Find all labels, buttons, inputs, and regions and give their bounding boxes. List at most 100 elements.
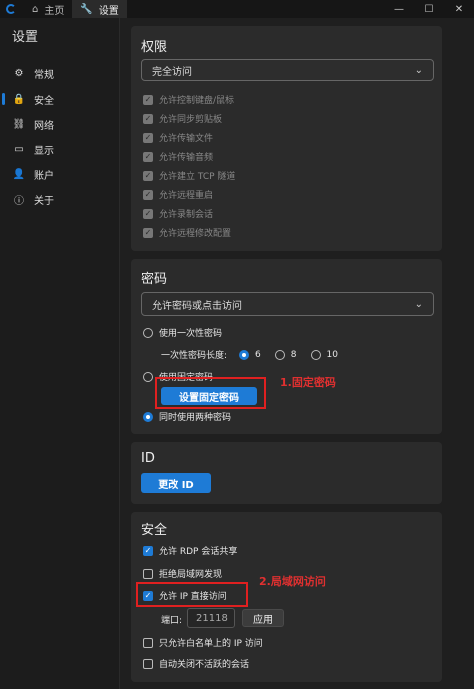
radio-icon (143, 411, 153, 422)
check-label: 允许同步剪贴板 (159, 115, 223, 125)
checkbox-checked-icon: ✓ (143, 132, 153, 143)
checkbox-unchecked-icon (143, 637, 153, 648)
gear-icon: ⚙ (14, 67, 24, 79)
check-rdp-share[interactable]: ✓ 允许 RDP 会话共享 (143, 544, 237, 557)
check-label: 允许传输音频 (159, 153, 214, 163)
check-label: 自动关闭不活跃的会话 (159, 660, 250, 670)
check-deny-lan[interactable]: 拒绝局域网发现 (143, 567, 222, 580)
onetime-length-row: 一次性密码长度: 6 8 10 (161, 348, 338, 361)
maximize-icon[interactable]: ☐ (414, 4, 444, 15)
chevron-down-icon: ⌄ (414, 64, 423, 76)
checkbox-checked-icon: ✓ (143, 545, 153, 556)
sidebar-item-about[interactable]: ⓘ 关于 (0, 188, 120, 210)
sidebar-item-account[interactable]: 👤 账户 (0, 163, 120, 185)
length-8-label: 8 (290, 349, 297, 360)
password-title: 密码 (141, 272, 168, 287)
sidebar-item-label: 显示 (34, 145, 54, 157)
tab-home-label: 主页 (44, 5, 65, 17)
check-record-session[interactable]: ✓ 允许录制会话 (143, 207, 213, 220)
wrench-icon: 🔧 (80, 3, 93, 15)
permission-select-value: 完全访问 (152, 66, 192, 78)
length-6-label: 6 (255, 349, 261, 360)
permissions-card: 权限 完全访问 ⌄ ✓ 允许控制键盘/鼠标 ✓ 允许同步剪贴板 ✓ 允许传输文件 ✓ 允… (131, 26, 442, 251)
port-label: 端口: (161, 616, 183, 626)
permission-select[interactable]: 完全访问 ⌄ (141, 59, 434, 81)
checkbox-checked-icon: ✓ (143, 227, 153, 238)
radio-length-8[interactable] (274, 349, 285, 360)
annotation-box-fixed-password (155, 377, 266, 409)
radio-length-6[interactable] (239, 349, 250, 360)
title-bar: ⌂ 主页 🔧 设置 — ☐ ✕ (0, 0, 474, 18)
checkbox-checked-icon: ✓ (143, 170, 153, 181)
tab-settings[interactable]: 🔧 设置 (72, 0, 127, 18)
radio-label: 同时使用两种密码 (159, 413, 232, 423)
check-label: 允许控制键盘/鼠标 (159, 96, 235, 106)
info-icon: ⓘ (14, 195, 24, 207)
sidebar-item-label: 账户 (34, 170, 54, 182)
permissions-title: 权限 (141, 40, 168, 55)
id-title: ID (141, 451, 155, 466)
check-auto-close[interactable]: 自动关闭不活跃的会话 (143, 657, 249, 670)
checkbox-checked-icon: ✓ (143, 94, 153, 105)
radio-icon (143, 327, 153, 338)
check-audio[interactable]: ✓ 允许传输音频 (143, 150, 213, 163)
sidebar-title: 设置 (12, 30, 39, 45)
check-whitelist[interactable]: 只允许白名单上的 IP 访问 (143, 636, 263, 649)
tab-settings-label: 设置 (98, 5, 119, 17)
sidebar-item-label: 常规 (34, 69, 54, 81)
annotation-fixed-password: 1.固定密码 (280, 376, 336, 389)
change-id-button[interactable]: 更改 ID (141, 473, 211, 493)
sidebar-item-label: 关于 (34, 195, 54, 207)
radio-both-passwords[interactable]: 同时使用两种密码 (143, 410, 231, 423)
check-label: 允许远程重启 (159, 191, 214, 201)
user-icon: 👤 (12, 168, 26, 180)
radio-label: 使用一次性密码 (159, 329, 223, 339)
check-clipboard[interactable]: ✓ 允许同步剪贴板 (143, 112, 222, 125)
checkbox-unchecked-icon (143, 658, 153, 669)
check-remote-config[interactable]: ✓ 允许远程修改配置 (143, 226, 231, 239)
radio-length-10[interactable] (310, 349, 321, 360)
length-10-label: 10 (326, 349, 338, 360)
apply-button[interactable]: 应用 (242, 609, 284, 627)
check-tcp-tunnel[interactable]: ✓ 允许建立 TCP 隧道 (143, 169, 235, 182)
checkbox-checked-icon: ✓ (143, 189, 153, 200)
check-remote-restart[interactable]: ✓ 允许远程重启 (143, 188, 213, 201)
checkbox-checked-icon: ✓ (143, 151, 153, 162)
lock-icon: 🔒 (12, 93, 26, 105)
radio-icon (143, 371, 153, 382)
check-keyboard-mouse[interactable]: ✓ 允许控制键盘/鼠标 (143, 93, 234, 106)
sidebar-item-display[interactable]: ▭ 显示 (0, 138, 120, 160)
check-label: 允许建立 TCP 隧道 (159, 172, 236, 182)
link-icon: ⛓ (12, 118, 26, 130)
length-label: 一次性密码长度: (161, 351, 228, 361)
sidebar-item-general[interactable]: ⚙ 常规 (0, 62, 120, 84)
sidebar-item-label: 网络 (34, 120, 54, 132)
check-label: 允许远程修改配置 (159, 229, 232, 239)
app-logo-icon (6, 4, 16, 14)
checkbox-unchecked-icon (143, 568, 153, 579)
security-title: 安全 (141, 523, 168, 538)
sidebar: 设置 ⚙ 常规 🔒 安全 ⛓ 网络 ▭ 显示 👤 账户 ⓘ 关于 (0, 18, 120, 689)
sidebar-item-network[interactable]: ⛓ 网络 (0, 113, 120, 135)
check-label: 拒绝局域网发现 (159, 570, 223, 580)
sidebar-item-label: 安全 (34, 95, 54, 107)
close-icon[interactable]: ✕ (444, 4, 474, 15)
window-controls: — ☐ ✕ (384, 4, 474, 15)
annotation-box-lan-access (136, 582, 248, 607)
password-mode-select[interactable]: 允许密码或点击访问 ⌄ (141, 292, 434, 316)
check-label: 只允许白名单上的 IP 访问 (159, 639, 263, 649)
checkbox-checked-icon: ✓ (143, 208, 153, 219)
annotation-lan-access: 2.局域网访问 (259, 575, 326, 588)
check-file-transfer[interactable]: ✓ 允许传输文件 (143, 131, 213, 144)
sidebar-item-security[interactable]: 🔒 安全 (0, 88, 120, 110)
radio-onetime-password[interactable]: 使用一次性密码 (143, 326, 222, 339)
id-card: ID 更改 ID (131, 442, 442, 504)
chevron-down-icon: ⌄ (414, 298, 423, 310)
check-label: 允许 RDP 会话共享 (159, 547, 238, 557)
checkbox-checked-icon: ✓ (143, 113, 153, 124)
tab-home[interactable]: ⌂ 主页 (24, 0, 72, 18)
minimize-icon[interactable]: — (384, 4, 414, 15)
monitor-icon: ▭ (14, 143, 24, 155)
port-input[interactable]: 21118 (187, 608, 235, 628)
check-label: 允许录制会话 (159, 210, 214, 220)
